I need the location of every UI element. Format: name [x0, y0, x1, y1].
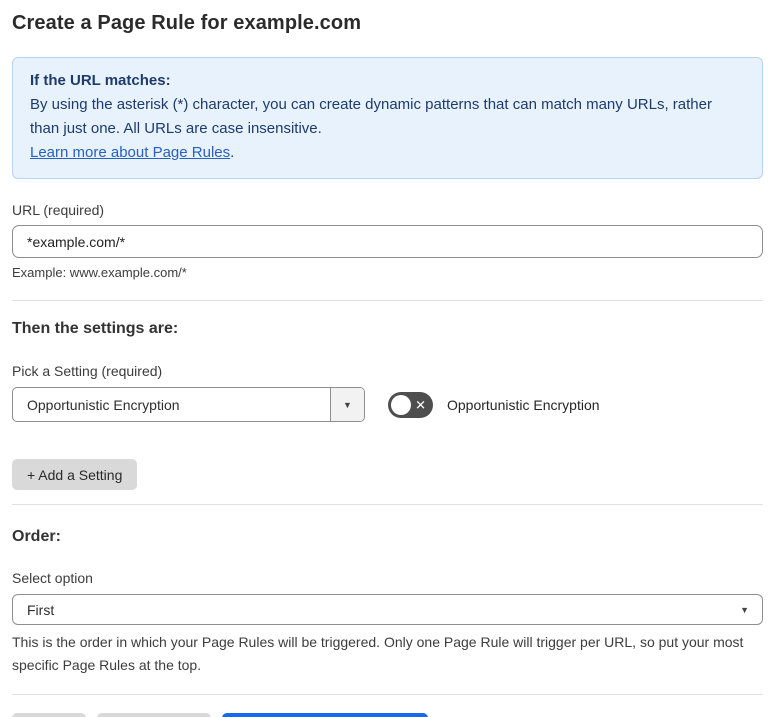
setting-row: Opportunistic Encryption ▼ ✕ Opportunist… [12, 387, 763, 422]
divider-order-footer [12, 694, 763, 695]
link-period: . [230, 144, 235, 161]
settings-section-heading: Then the settings are: [12, 320, 179, 337]
info-box-body: By using the asterisk (*) character, you… [30, 96, 712, 137]
info-box-heading: If the URL matches: [30, 72, 171, 89]
toggle-knob [391, 394, 411, 415]
order-help-text: This is the order in which your Page Rul… [12, 634, 744, 673]
chevron-down-icon: ▼ [740, 604, 749, 615]
setting-select-value: Opportunistic Encryption [27, 396, 180, 413]
save-as-draft-button[interactable]: Save as Draft [96, 713, 212, 717]
url-field-label: URL (required) [12, 202, 105, 218]
url-input[interactable] [12, 225, 763, 258]
url-example-text: Example: www.example.com/* [12, 265, 187, 280]
pick-setting-label: Pick a Setting (required) [12, 363, 163, 379]
footer-actions: Cancel Save as Draft Save and Deploy Pag… [12, 713, 763, 717]
order-select-value: First [27, 601, 55, 618]
toggle-setting-label: Opportunistic Encryption [447, 396, 600, 413]
save-and-deploy-button[interactable]: Save and Deploy Page Rule [222, 713, 429, 717]
create-page-rule-panel: Create a Page Rule for example.com If th… [0, 0, 775, 717]
learn-more-link[interactable]: Learn more about Page Rules [30, 144, 230, 161]
chevron-down-icon: ▼ [343, 399, 352, 410]
divider-settings-order [12, 504, 763, 505]
setting-select[interactable]: Opportunistic Encryption ▼ [12, 387, 365, 422]
opportunistic-encryption-toggle[interactable]: ✕ [388, 391, 433, 418]
toggle-off-x-icon: ✕ [415, 397, 426, 412]
add-setting-button[interactable]: + Add a Setting [12, 459, 138, 490]
order-section-heading: Order: [12, 528, 61, 545]
page-title: Create a Page Rule for example.com [12, 12, 362, 34]
order-select[interactable]: First ▼ [12, 594, 763, 625]
cancel-button[interactable]: Cancel [12, 713, 86, 717]
info-box-link-line: Learn more about Page Rules. [30, 141, 745, 165]
divider-url-settings [12, 300, 763, 301]
url-matches-info-box: If the URL matches: By using the asteris… [12, 57, 763, 179]
setting-select-arrow-button[interactable]: ▼ [330, 388, 364, 421]
order-select-label: Select option [12, 570, 93, 586]
